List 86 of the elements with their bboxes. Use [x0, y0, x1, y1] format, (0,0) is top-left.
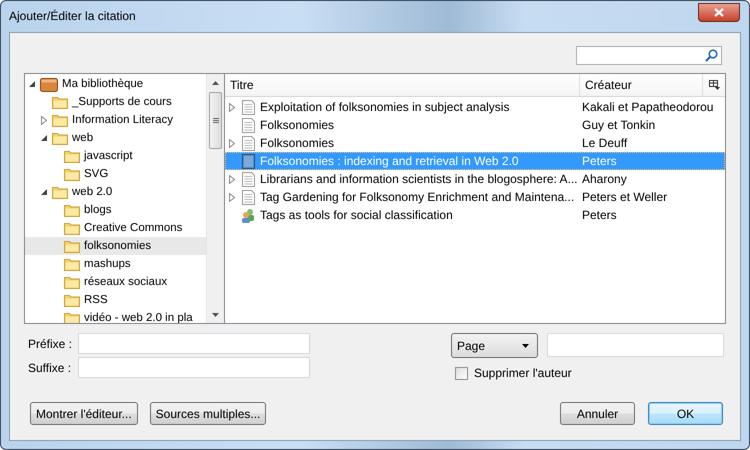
tree-item[interactable]: RSS [25, 291, 206, 309]
item-title: Librarians and information scientists in the blogosphere: A... [260, 172, 578, 186]
item-title: Folksonomies [260, 136, 334, 150]
locator-dropdown[interactable]: Page [451, 333, 538, 358]
item-title: Exploitation of folksonomies in subject analysis [260, 100, 510, 114]
item-row[interactable]: Tag Gardening for Folksonomy Enrichment and Maintena... Peters et Weller [225, 188, 725, 206]
tree-item[interactable]: _Supports de cours [25, 93, 206, 111]
item-creator: Peters et Weller [581, 190, 668, 204]
folder-icon [64, 222, 80, 234]
search-field[interactable] [576, 46, 722, 65]
item-title: Tags as tools for social classification [260, 208, 453, 222]
item-row[interactable]: Folksonomies Guy et Tonkin [225, 116, 725, 134]
tree-item[interactable]: folksonomies [25, 237, 206, 255]
up-arrow-icon[interactable] [212, 80, 219, 84]
document-icon [242, 118, 254, 132]
grip-icon [212, 118, 218, 123]
scrollbar[interactable] [206, 74, 224, 323]
item-title: Folksonomies : indexing and retrieval in Web 2.0 [260, 154, 519, 168]
checkbox-label[interactable]: Supprimer l'auteur [474, 366, 572, 380]
folder-icon [64, 294, 80, 306]
window-title: Ajouter/Éditer la citation [9, 9, 136, 23]
folder-icon [64, 312, 80, 323]
suffix-field[interactable] [78, 357, 310, 378]
dialog-button[interactable]: Montrer l'éditeur... [30, 402, 138, 425]
prefix-field[interactable] [78, 333, 310, 354]
people-icon [240, 208, 256, 222]
dialog-button[interactable]: OK [648, 402, 723, 425]
book-icon [242, 154, 254, 168]
item-creator: Peters [581, 154, 617, 168]
locator-field[interactable] [547, 333, 724, 357]
column-header[interactable]: Créateur [580, 74, 703, 96]
item-row[interactable]: Librarians and information scientists in the blogosphere: A... Aharony [225, 170, 725, 188]
folder-icon [52, 132, 68, 144]
folder-icon [64, 204, 80, 216]
document-icon [242, 190, 254, 204]
collapsed-arrow-icon[interactable] [229, 138, 235, 148]
item-creator: Kakali et Papatheodorou [581, 100, 714, 114]
folder-icon [64, 258, 80, 270]
tree-item[interactable]: SVG [25, 165, 206, 183]
folder-icon [64, 240, 80, 252]
expanded-arrow-icon[interactable] [40, 188, 48, 196]
tree-item[interactable]: réseaux sociaux [25, 273, 206, 291]
folder-icon [52, 186, 68, 198]
collapsed-arrow-icon[interactable] [229, 102, 235, 112]
item-title: Folksonomies [260, 118, 334, 132]
folder-icon [52, 96, 68, 108]
dialog-button[interactable]: Annuler [560, 402, 635, 425]
folder-icon [64, 150, 80, 162]
item-creator: Aharony [581, 172, 627, 186]
folder-icon [64, 276, 80, 288]
item-creator: Guy et Tonkin [581, 118, 656, 132]
tree-item[interactable]: web 2.0 [25, 183, 206, 201]
folder-icon [64, 168, 80, 180]
tree-item[interactable]: mashups [25, 255, 206, 273]
column-header[interactable]: Titre [225, 74, 580, 96]
caret-icon [522, 344, 529, 348]
item-creator: Peters [581, 208, 617, 222]
tree-item[interactable]: Ma bibliothèque [25, 75, 206, 93]
tree-item[interactable]: Creative Commons [25, 219, 206, 237]
document-icon [242, 100, 254, 114]
document-icon [242, 136, 254, 150]
down-arrow-icon[interactable] [212, 312, 219, 316]
tree-item[interactable]: javascript [25, 147, 206, 165]
collapsed-arrow-icon[interactable] [41, 116, 47, 124]
field-label: Préfixe : [28, 336, 74, 350]
item-creator: Le Deuff [581, 136, 628, 150]
close-icon [714, 8, 724, 17]
item-row[interactable]: Folksonomies Le Deuff [225, 134, 725, 152]
expanded-arrow-icon[interactable] [40, 134, 48, 142]
field-label: Suffixe : [28, 360, 72, 374]
checkbox[interactable] [455, 366, 468, 380]
item-row[interactable]: Tags as tools for social classification Peters [225, 206, 725, 224]
dialog-button[interactable]: Sources multiples... [150, 402, 266, 425]
folder-icon [52, 114, 68, 126]
box-icon [40, 76, 58, 92]
column-picker-icon[interactable] [708, 80, 720, 90]
scroll-thumb[interactable] [209, 92, 222, 149]
item-title: Tag Gardening for Folksonomy Enrichment and Maintena... [260, 190, 574, 204]
document-icon [242, 172, 254, 186]
item-row[interactable]: Exploitation of folksonomies in subject analysis Kakali et Papatheodorou [225, 98, 725, 116]
search-icon [705, 49, 718, 62]
close-button[interactable] [698, 3, 740, 22]
tree-item[interactable]: Information Literacy [25, 111, 206, 129]
tree-item[interactable]: web [25, 129, 206, 147]
expanded-arrow-icon[interactable] [28, 80, 36, 88]
tree-item[interactable]: blogs [25, 201, 206, 219]
